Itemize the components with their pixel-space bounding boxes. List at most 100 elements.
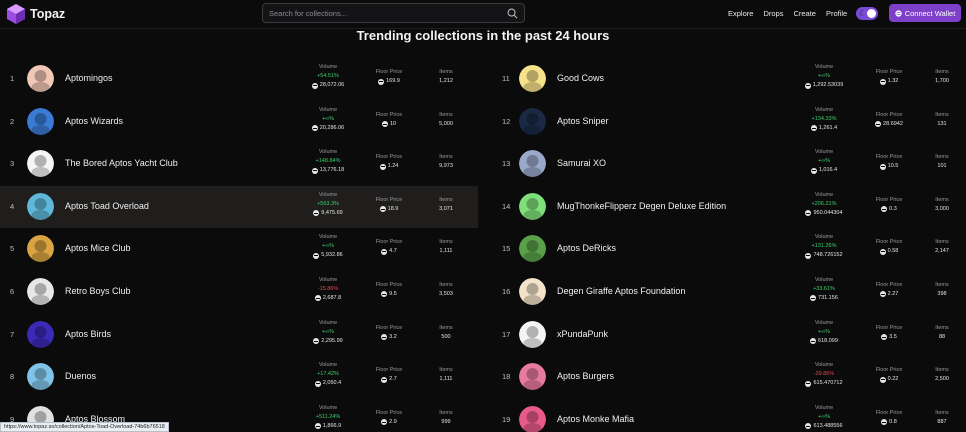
items-count: 101 (937, 163, 947, 170)
collection-name[interactable]: Aptos Monke Mafia (557, 414, 634, 424)
collection-avatar[interactable] (519, 192, 546, 220)
items-stat: Items 1,111 (424, 366, 468, 384)
collection-row[interactable]: 12 Aptos Sniper Volume +134.33% 1,261.4 … (492, 101, 966, 144)
collection-avatar[interactable] (27, 65, 54, 92)
brand-name[interactable]: Topaz (30, 7, 65, 21)
search-input[interactable] (269, 7, 499, 20)
floor-price-amount: 0.22 (887, 376, 899, 383)
collection-row[interactable]: 14 MugThonkeFlipperz Degen Deluxe Editio… (492, 186, 966, 229)
floor-price-stat: Floor Price 0.58 (866, 238, 912, 256)
volume-value: 28,072.06 (300, 81, 356, 90)
volume-label: Volume (814, 191, 834, 198)
aptos-coin-icon (311, 82, 318, 89)
volume-stat: Volume +∞% 5,932.86 (300, 233, 356, 260)
collection-avatar[interactable] (519, 107, 546, 135)
collection-name[interactable]: Duenos (65, 371, 96, 381)
collection-name[interactable]: Samurai XO (557, 158, 606, 168)
volume-label: Volume (814, 106, 834, 113)
items-count: 2,500 (935, 376, 949, 383)
collection-name[interactable]: The Bored Aptos Yacht Club (65, 158, 178, 168)
nav-drops[interactable]: Drops (763, 9, 783, 18)
collection-avatar[interactable] (519, 363, 546, 391)
nav-explore[interactable]: Explore (728, 9, 753, 18)
collection-name[interactable]: xPundaPunk (557, 329, 608, 339)
collection-name[interactable]: Retro Boys Club (65, 286, 131, 296)
collection-row[interactable]: 5 Aptos Mice Club Volume +∞% 5,932.86 Fl… (0, 228, 478, 271)
collection-row[interactable]: 4 Aptos Toad Overload Volume +563.3% 9,4… (0, 185, 478, 229)
collection-row[interactable]: 8 Duenos Volume +17.42% 2,050.4 Floor Pr… (0, 356, 478, 399)
collection-row[interactable]: 11 Good Cows Volume +∞% 1,292.53039 Floo… (492, 58, 966, 101)
collection-name[interactable]: Good Cows (557, 73, 604, 83)
nav-profile[interactable]: Profile (826, 9, 847, 18)
collection-name[interactable]: Aptomingos (65, 73, 113, 83)
aptos-coin-icon (314, 295, 321, 302)
aptos-coin-icon (879, 78, 886, 85)
collection-row[interactable]: 2 Aptos Wizards Volume +∞% 20,286.06 Flo… (0, 101, 478, 144)
floor-price-amount: 18.9 (387, 205, 399, 212)
collection-rank: 12 (502, 116, 511, 126)
volume-amount: 2,687.8 (322, 294, 342, 301)
collection-row[interactable]: 17 xPundaPunk Volume +∞% 618.099 Floor P… (492, 314, 966, 357)
aptos-coin-icon (875, 121, 882, 128)
aptos-coin-icon (381, 291, 388, 298)
volume-change: +33.61% (813, 285, 835, 292)
collection-avatar[interactable] (519, 320, 546, 348)
collection-avatar[interactable] (519, 405, 546, 432)
collection-row[interactable]: 16 Degen Giraffe Aptos Foundation Volume… (492, 271, 966, 314)
collection-row[interactable]: 7 Aptos Birds Volume +∞% 2,295.99 Floor … (0, 314, 478, 357)
collection-avatar[interactable] (519, 150, 546, 178)
collection-name[interactable]: Aptos Birds (65, 329, 111, 339)
collection-name[interactable]: Aptos Toad Overload (65, 201, 149, 211)
collection-name[interactable]: Aptos Mice Club (65, 243, 131, 253)
collection-name[interactable]: Aptos Sniper (557, 116, 609, 126)
items-stat: Items 2,147 (924, 238, 960, 256)
search-icon[interactable] (507, 8, 518, 19)
collection-avatar[interactable] (27, 235, 54, 263)
collection-name[interactable]: Degen Giraffe Aptos Foundation (557, 286, 685, 296)
collection-avatar[interactable] (519, 277, 546, 305)
search-box[interactable] (262, 3, 525, 23)
aptos-coin-icon (313, 252, 320, 259)
collection-name[interactable]: Aptos DeRicks (557, 243, 616, 253)
collection-row[interactable]: 19 Aptos Monke Mafia Volume +∞% 613.4885… (492, 399, 966, 432)
collection-row[interactable]: 15 Aptos DeRicks Volume +131.26% 748.726… (492, 228, 966, 271)
collection-row[interactable]: 6 Retro Boys Club Volume -15.86% 2,687.8… (0, 271, 478, 314)
aptos-coin-icon (379, 163, 386, 170)
aptos-coin-icon (810, 338, 817, 345)
items-label: Items (439, 281, 453, 288)
collection-row[interactable]: 3 The Bored Aptos Yacht Club Volume +148… (0, 143, 478, 186)
floor-price-value: 2.7 (366, 375, 412, 384)
collection-name[interactable]: Aptos Burgers (557, 371, 614, 381)
floor-price-value: 3.5 (866, 333, 912, 342)
collection-avatar[interactable] (27, 192, 54, 220)
floor-price-stat: Floor Price 0.8 (866, 409, 912, 427)
collection-row[interactable]: 1 Aptomingos Volume +54.51% 28,072.06 Fl… (0, 58, 478, 101)
collection-avatar[interactable] (519, 235, 546, 263)
volume-change: +∞% (321, 328, 335, 335)
floor-price-amount: 3.5 (889, 333, 897, 340)
floor-price-label: Floor Price (375, 69, 403, 75)
collection-avatar[interactable] (27, 363, 54, 391)
topaz-logo-icon[interactable] (7, 4, 25, 24)
collection-avatar[interactable] (27, 277, 54, 305)
collection-avatar-image (27, 277, 54, 305)
collection-avatar[interactable] (27, 150, 54, 178)
nav-create[interactable]: Create (793, 9, 816, 18)
collection-row[interactable]: 18 Aptos Burgers Volume -29.86% 615.4707… (492, 356, 966, 399)
connect-wallet-button[interactable]: Connect Wallet (889, 4, 961, 22)
items-stat: Items 101 (924, 153, 960, 171)
items-label: Items (935, 69, 949, 75)
collection-avatar[interactable] (27, 320, 54, 348)
volume-stat: Volume +134.33% 1,261.4 (795, 106, 853, 133)
floor-price-stat: Floor Price 9.5 (366, 281, 412, 299)
collection-name[interactable]: MugThonkeFlipperz Degen Deluxe Edition (557, 201, 726, 211)
collection-name[interactable]: Aptos Wizards (65, 116, 123, 126)
theme-toggle[interactable]: ☾ (856, 7, 878, 20)
items-count: 88 (938, 333, 946, 340)
floor-price-value: 0.58 (866, 247, 912, 256)
collection-avatar[interactable] (27, 107, 54, 135)
collection-avatar[interactable] (519, 65, 546, 92)
volume-amount: 2,295.99 (321, 337, 343, 344)
volume-amount: 28,072.06 (319, 82, 345, 88)
collection-row[interactable]: 13 Samurai XO Volume +∞% 1,016.4 Floor P… (492, 143, 966, 186)
